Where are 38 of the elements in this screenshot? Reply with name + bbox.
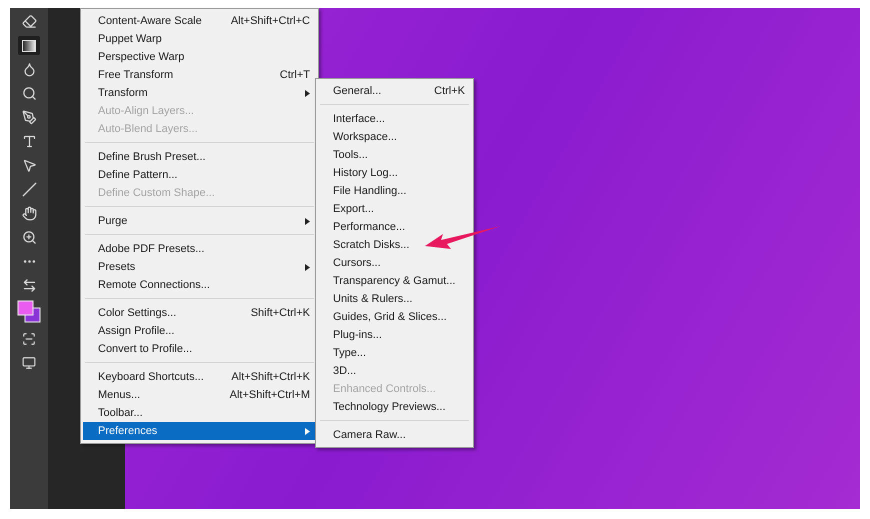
menu-item[interactable]: Convert to Profile... [83, 340, 316, 358]
menu-item[interactable]: Toolbar... [83, 404, 316, 422]
menu-item[interactable]: Content-Aware Scale Alt+Shift+Ctrl+C [83, 12, 316, 30]
menu-item[interactable]: Transform [83, 84, 316, 102]
menu-item[interactable]: Export... [318, 200, 471, 218]
menu-item[interactable]: Camera Raw... [318, 426, 471, 444]
menu-item[interactable]: Free Transform Ctrl+T [83, 66, 316, 84]
menu-item[interactable]: Technology Previews... [318, 398, 471, 416]
menu-item[interactable]: Color Settings... Shift+Ctrl+K [83, 304, 316, 322]
menu-item[interactable]: 3D... [318, 362, 471, 380]
menu-item[interactable]: Type... [318, 344, 471, 362]
menu-item[interactable]: Menus... Alt+Shift+Ctrl+M [83, 386, 316, 404]
menu-item[interactable]: Remote Connections... [83, 276, 316, 294]
menu-item[interactable]: Purge [83, 212, 316, 230]
menu-item[interactable]: Define Pattern... [83, 166, 316, 184]
menu-item[interactable]: Scratch Disks... [318, 236, 471, 254]
menu-item[interactable]: Keyboard Shortcuts... Alt+Shift+Ctrl+K [83, 368, 316, 386]
menu-item[interactable]: Preferences [83, 422, 316, 440]
menu-item[interactable]: Units & Rulers... [318, 290, 471, 308]
menu-item[interactable]: File Handling... [318, 182, 471, 200]
menu-item[interactable]: Adobe PDF Presets... [83, 240, 316, 258]
menu-item[interactable]: Transparency & Gamut... [318, 272, 471, 290]
menu-item[interactable]: Workspace... [318, 128, 471, 146]
menu-item[interactable]: Performance... [318, 218, 471, 236]
menu-item[interactable]: Tools... [318, 146, 471, 164]
menu-item[interactable]: General... Ctrl+K [318, 82, 471, 100]
menu-item[interactable]: Cursors... [318, 254, 471, 272]
menu-item[interactable]: Presets [83, 258, 316, 276]
gradient-icon[interactable] [18, 36, 40, 55]
color-swatches-icon[interactable] [16, 300, 42, 324]
menu-item[interactable]: History Log... [318, 164, 471, 182]
menu-item[interactable]: Guides, Grid & Slices... [318, 308, 471, 326]
menu-item[interactable]: Assign Profile... [83, 322, 316, 340]
menu-item[interactable]: Puppet Warp [83, 30, 316, 48]
menu-item[interactable]: Perspective Warp [83, 48, 316, 66]
menu-item[interactable]: Plug-ins... [318, 326, 471, 344]
menu-item[interactable]: Interface... [318, 110, 471, 128]
menu-item[interactable]: Define Brush Preset... [83, 148, 316, 166]
